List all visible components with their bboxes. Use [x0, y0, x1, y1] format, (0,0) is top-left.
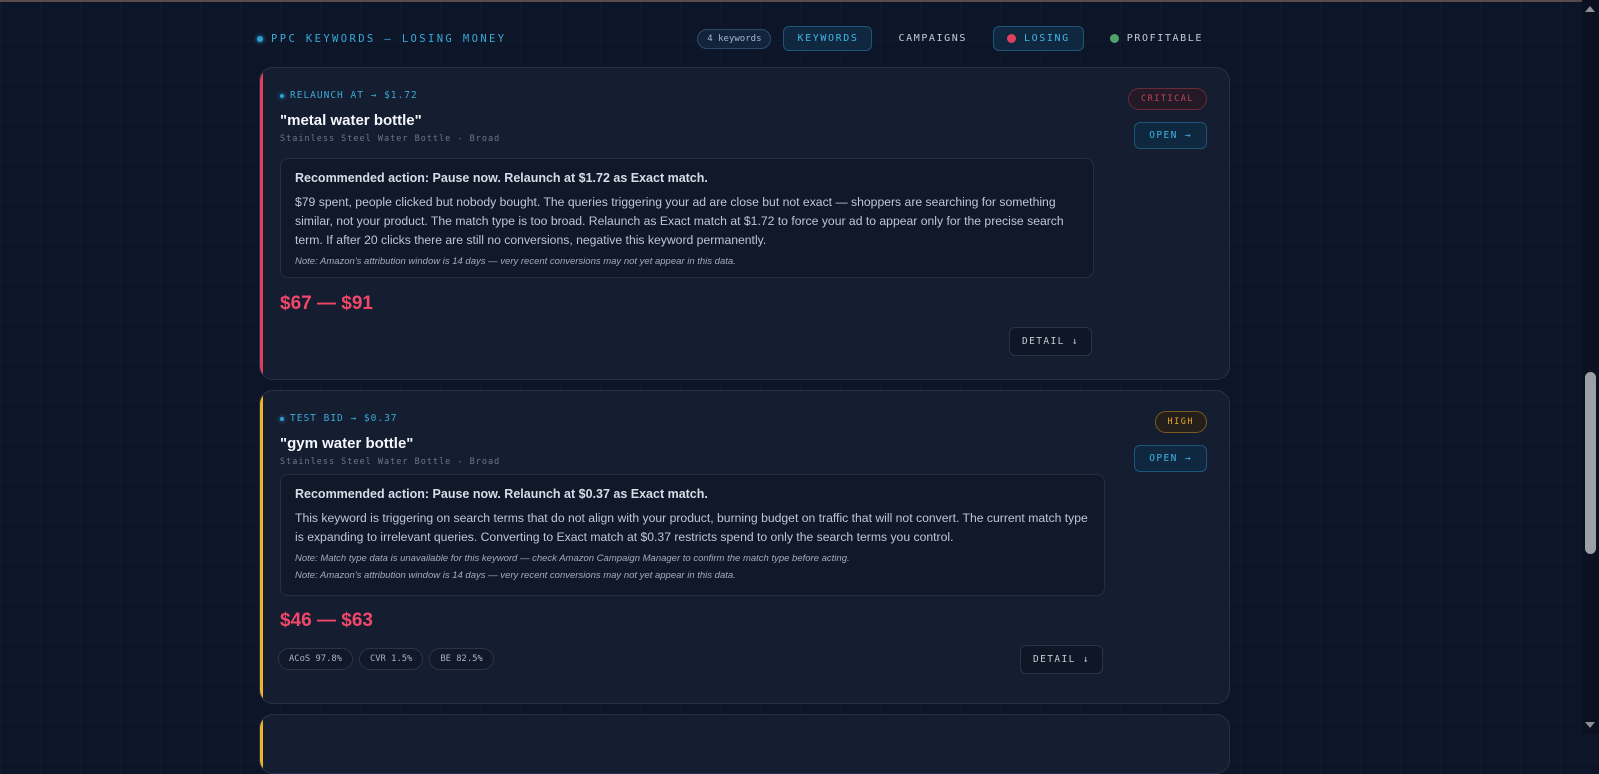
- profitable-dot-icon: [1109, 34, 1119, 43]
- severity-badge: HIGH: [1154, 411, 1207, 433]
- severity-accent-bar: [260, 715, 263, 773]
- recommended-action-box: Recommended action: Pause now. Relaunch …: [280, 474, 1105, 596]
- page-header: PPC KEYWORDS — LOSING MONEY 4 keywords K…: [257, 26, 1217, 52]
- detail-button[interactable]: DETAIL ↓: [1009, 327, 1092, 356]
- tab-campaigns[interactable]: CAMPAIGNS: [884, 26, 981, 51]
- severity-accent-bar: [260, 68, 263, 379]
- metric-chip-acos: ACoS 97.8%: [278, 648, 353, 670]
- recommendation-label: RELAUNCH AT → $1.72: [280, 90, 418, 101]
- page-title-text: PPC KEYWORDS — LOSING MONEY: [271, 33, 507, 45]
- open-button[interactable]: OPEN →: [1134, 122, 1207, 149]
- filter-losing[interactable]: LOSING: [993, 26, 1084, 51]
- action-body: $79 spent, people clicked but nobody bou…: [295, 195, 1064, 247]
- keyword-card: TEST BID → $0.37 "gym water bottle" Stai…: [259, 390, 1230, 704]
- loss-range: $46 — $63: [280, 610, 373, 631]
- view-controls: 4 keywords KEYWORDS CAMPAIGNS LOSING PRO…: [697, 26, 1217, 51]
- severity-accent-bar: [260, 391, 263, 703]
- attribution-note: Note: Amazon's attribution window is 14 …: [295, 570, 736, 581]
- vertical-scrollbar[interactable]: [1582, 0, 1599, 734]
- scroll-up-arrow-icon[interactable]: [1585, 6, 1595, 12]
- recommendation-text: TEST BID → $0.37: [290, 413, 398, 424]
- recommendation-text: RELAUNCH AT → $1.72: [290, 90, 418, 101]
- keyword-title: "gym water bottle": [280, 435, 414, 452]
- keyword-card: RELAUNCH AT → $1.72 "metal water bottle"…: [259, 67, 1230, 380]
- metric-chip-cvr: CVR 1.5%: [358, 648, 424, 670]
- recommendation-label: TEST BID → $0.37: [280, 413, 398, 424]
- page-title: PPC KEYWORDS — LOSING MONEY: [257, 33, 506, 45]
- attribution-note: Note: Amazon's attribution window is 14 …: [295, 256, 736, 267]
- losing-dot-icon: [1007, 34, 1017, 43]
- scroll-down-arrow-icon[interactable]: [1585, 722, 1595, 728]
- tab-keywords[interactable]: KEYWORDS: [783, 26, 873, 51]
- campaign-name: Stainless Steel Water Bottle - Broad: [280, 457, 501, 467]
- filter-losing-label: LOSING: [1024, 33, 1070, 44]
- keyword-title: "metal water bottle": [280, 112, 422, 129]
- severity-badge: CRITICAL: [1128, 88, 1207, 110]
- top-border: [0, 0, 1582, 2]
- detail-button[interactable]: DETAIL ↓: [1020, 645, 1103, 674]
- open-button[interactable]: OPEN →: [1134, 445, 1207, 472]
- metric-chips: ACoS 97.8% CVR 1.5% BE 82.5%: [278, 648, 494, 670]
- match-type-note: Note: Match type data is unavailable for…: [295, 553, 850, 564]
- keyword-card: [259, 714, 1230, 774]
- filter-profitable[interactable]: PROFITABLE: [1096, 26, 1217, 51]
- bullet-icon: [280, 93, 284, 98]
- keyword-count-badge: 4 keywords: [697, 28, 772, 49]
- bullet-icon: [280, 416, 284, 421]
- action-title: Recommended action: Pause now. Relaunch …: [295, 171, 708, 185]
- status-dot-icon: [257, 36, 263, 42]
- campaign-name: Stainless Steel Water Bottle - Broad: [280, 134, 501, 144]
- recommended-action-box: Recommended action: Pause now. Relaunch …: [280, 158, 1094, 278]
- action-title: Recommended action: Pause now. Relaunch …: [295, 487, 708, 501]
- metric-chip-be: BE 82.5%: [429, 648, 494, 670]
- action-body: This keyword is triggering on search ter…: [295, 511, 1088, 544]
- filter-profitable-label: PROFITABLE: [1126, 33, 1203, 44]
- scrollbar-thumb[interactable]: [1585, 372, 1596, 554]
- loss-range: $67 — $91: [280, 293, 373, 314]
